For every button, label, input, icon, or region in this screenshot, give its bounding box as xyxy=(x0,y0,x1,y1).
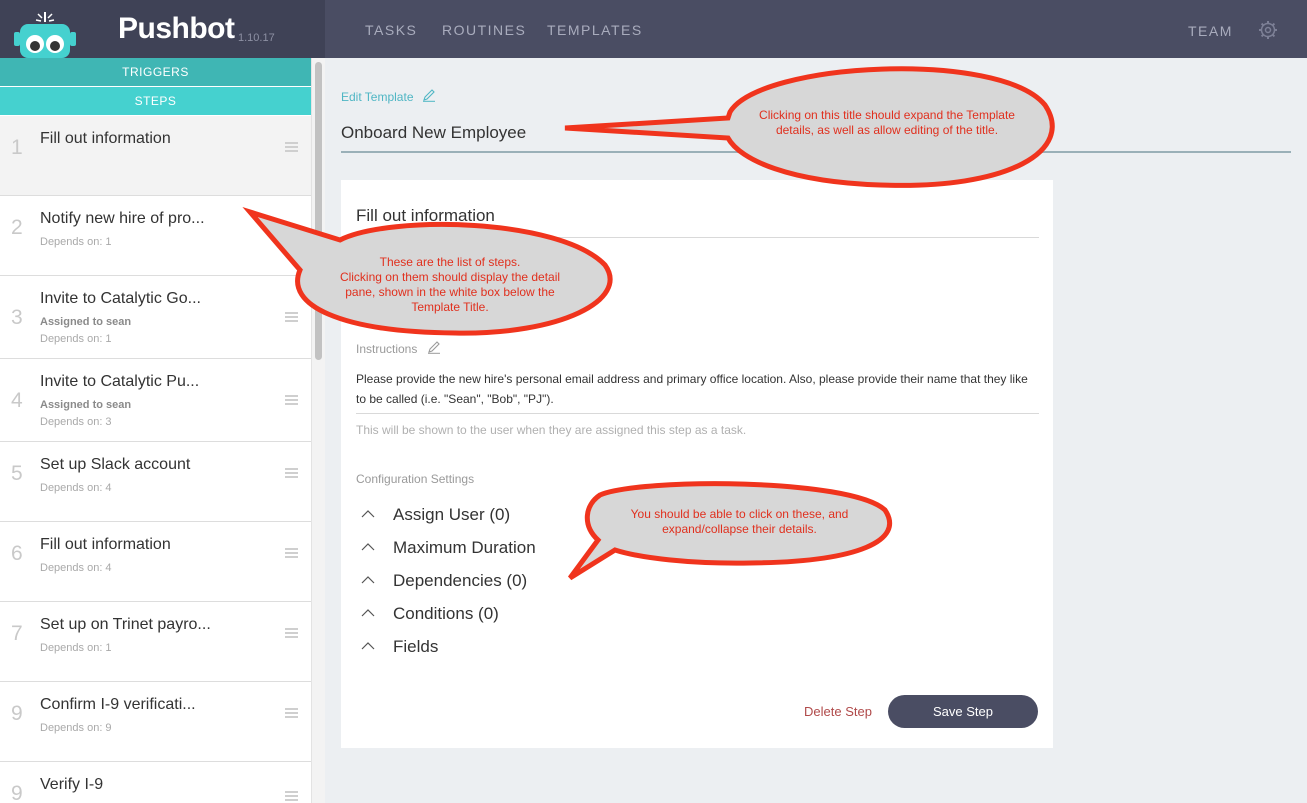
config-settings-label: Configuration Settings xyxy=(356,472,475,486)
drag-handle-icon[interactable] xyxy=(285,312,298,324)
nav-routines[interactable]: ROUTINES xyxy=(442,22,526,38)
tab-triggers[interactable]: TRIGGERS xyxy=(0,58,311,86)
callout-line: Clicking on them should display the deta… xyxy=(339,270,561,284)
robot-logo-icon[interactable] xyxy=(14,8,76,58)
drag-handle-icon[interactable] xyxy=(285,142,298,154)
callout-line: Clicking on this title should expand the… xyxy=(759,108,1015,122)
step-number: 5 xyxy=(11,462,23,485)
step-item[interactable]: 4 Invite to Catalytic Pu... Assigned to … xyxy=(0,359,311,442)
step-item[interactable]: 9 Verify I-9 xyxy=(0,762,311,803)
nav-team[interactable]: TEAM xyxy=(1188,23,1233,39)
divider xyxy=(356,237,1039,238)
step-depends: Depends on: 4 xyxy=(40,562,112,574)
gear-icon[interactable] xyxy=(1258,20,1278,40)
drag-handle-icon[interactable] xyxy=(285,395,298,407)
step-number: 9 xyxy=(11,702,23,725)
step-title: Invite to Catalytic Go... xyxy=(40,290,201,307)
step-item[interactable]: 9 Confirm I-9 verificati... Depends on: … xyxy=(0,682,311,762)
callout-line: Template Title. xyxy=(411,300,489,314)
config-item-label: Maximum Duration xyxy=(393,538,536,557)
step-item[interactable]: 2 Notify new hire of pro... Depends on: … xyxy=(0,196,311,276)
top-nav-bar: Pushbot 1.10.17 TASKS ROUTINES TEMPLATES… xyxy=(0,0,1307,58)
step-number: 7 xyxy=(11,622,23,645)
step-depends: Depends on: 3 xyxy=(40,416,112,428)
step-title: Invite to Catalytic Pu... xyxy=(40,373,200,390)
chevron-up-icon xyxy=(361,576,375,584)
callout-line: You should be able to click on these, an… xyxy=(630,507,849,521)
drag-handle-icon[interactable] xyxy=(285,791,298,803)
brand-area: Pushbot 1.10.17 xyxy=(0,0,325,58)
nav-tasks[interactable]: TASKS xyxy=(365,22,417,38)
step-title: Notify new hire of pro... xyxy=(40,210,205,227)
sidebar-scroll-thumb[interactable] xyxy=(315,62,322,360)
step-number: 4 xyxy=(11,389,23,412)
template-title-underline xyxy=(341,151,1291,153)
steps-sidebar: TRIGGERS STEPS 1 Fill out information 2 … xyxy=(0,58,325,803)
step-depends: Depends on: 4 xyxy=(40,482,112,494)
steps-callout-text: These are the list of steps. Clicking on… xyxy=(300,255,600,315)
drag-handle-icon[interactable] xyxy=(285,708,298,720)
config-item-label: Conditions (0) xyxy=(393,604,499,623)
callout-line: These are the list of steps. xyxy=(379,255,521,269)
step-detail-title[interactable]: Fill out information xyxy=(356,206,495,226)
delete-step-button[interactable]: Delete Step xyxy=(804,704,872,719)
step-item[interactable]: 7 Set up on Trinet payro... Depends on: … xyxy=(0,602,311,682)
step-item[interactable]: 6 Fill out information Depends on: 4 xyxy=(0,522,311,602)
template-title[interactable]: Onboard New Employee xyxy=(341,123,526,143)
config-item-label: Fields xyxy=(393,637,439,656)
chevron-up-icon xyxy=(361,510,375,518)
config-item-label: Dependencies (0) xyxy=(393,571,528,590)
chevron-up-icon xyxy=(361,543,375,551)
step-depends: Depends on: 9 xyxy=(40,722,112,734)
step-number: 3 xyxy=(11,306,23,329)
step-title: Set up on Trinet payro... xyxy=(40,616,211,633)
divider xyxy=(356,413,1039,414)
step-item[interactable]: 1 Fill out information xyxy=(0,116,311,196)
step-number: 6 xyxy=(11,542,23,565)
instructions-label: Instructions xyxy=(356,342,418,356)
step-item[interactable]: 5 Set up Slack account Depends on: 4 xyxy=(0,442,311,522)
app-name: Pushbot xyxy=(118,12,235,45)
step-title: Verify I-9 xyxy=(40,776,104,793)
callout-line: expand/collapse their details. xyxy=(662,522,817,536)
step-title: Confirm I-9 verificati... xyxy=(40,696,196,713)
edit-template-link[interactable]: Edit Template xyxy=(341,90,414,104)
step-assigned: Assigned to sean xyxy=(40,316,132,328)
step-item[interactable]: 3 Invite to Catalytic Go... Assigned to … xyxy=(0,276,311,359)
instructions-text[interactable]: Please provide the new hire's personal e… xyxy=(356,369,1036,409)
config-item-label: Assign User (0) xyxy=(393,505,511,524)
nav-templates[interactable]: TEMPLATES xyxy=(547,22,643,38)
drag-handle-icon[interactable] xyxy=(285,548,298,560)
step-depends: Depends on: 1 xyxy=(40,236,112,248)
pencil-icon[interactable] xyxy=(422,88,436,102)
step-title: Fill out information xyxy=(40,130,171,147)
step-depends: Depends on: 1 xyxy=(40,333,112,345)
drag-handle-icon[interactable] xyxy=(285,628,298,640)
step-number: 9 xyxy=(11,782,23,803)
step-title: Set up Slack account xyxy=(40,456,191,473)
step-number: 2 xyxy=(11,216,23,239)
app-version: 1.10.17 xyxy=(238,32,275,44)
callout-line: details, as well as allow editing of the… xyxy=(775,123,999,137)
step-title: Fill out information xyxy=(40,536,171,553)
step-number: 1 xyxy=(11,136,23,159)
step-depends: Depends on: 1 xyxy=(40,642,112,654)
tab-steps[interactable]: STEPS xyxy=(0,87,311,115)
callout-line: pane, shown in the white box below the xyxy=(345,285,555,299)
config-callout-text: You should be able to click on these, an… xyxy=(602,507,877,537)
drag-handle-icon[interactable] xyxy=(285,468,298,480)
pencil-icon[interactable] xyxy=(427,340,441,354)
step-assigned: Assigned to sean xyxy=(40,399,132,411)
chevron-up-icon xyxy=(361,642,375,650)
save-step-button[interactable]: Save Step xyxy=(888,695,1038,728)
instructions-help: This will be shown to the user when they… xyxy=(356,423,747,437)
title-callout-text: Clicking on this title should expand the… xyxy=(732,108,1042,138)
chevron-up-icon xyxy=(361,609,375,617)
